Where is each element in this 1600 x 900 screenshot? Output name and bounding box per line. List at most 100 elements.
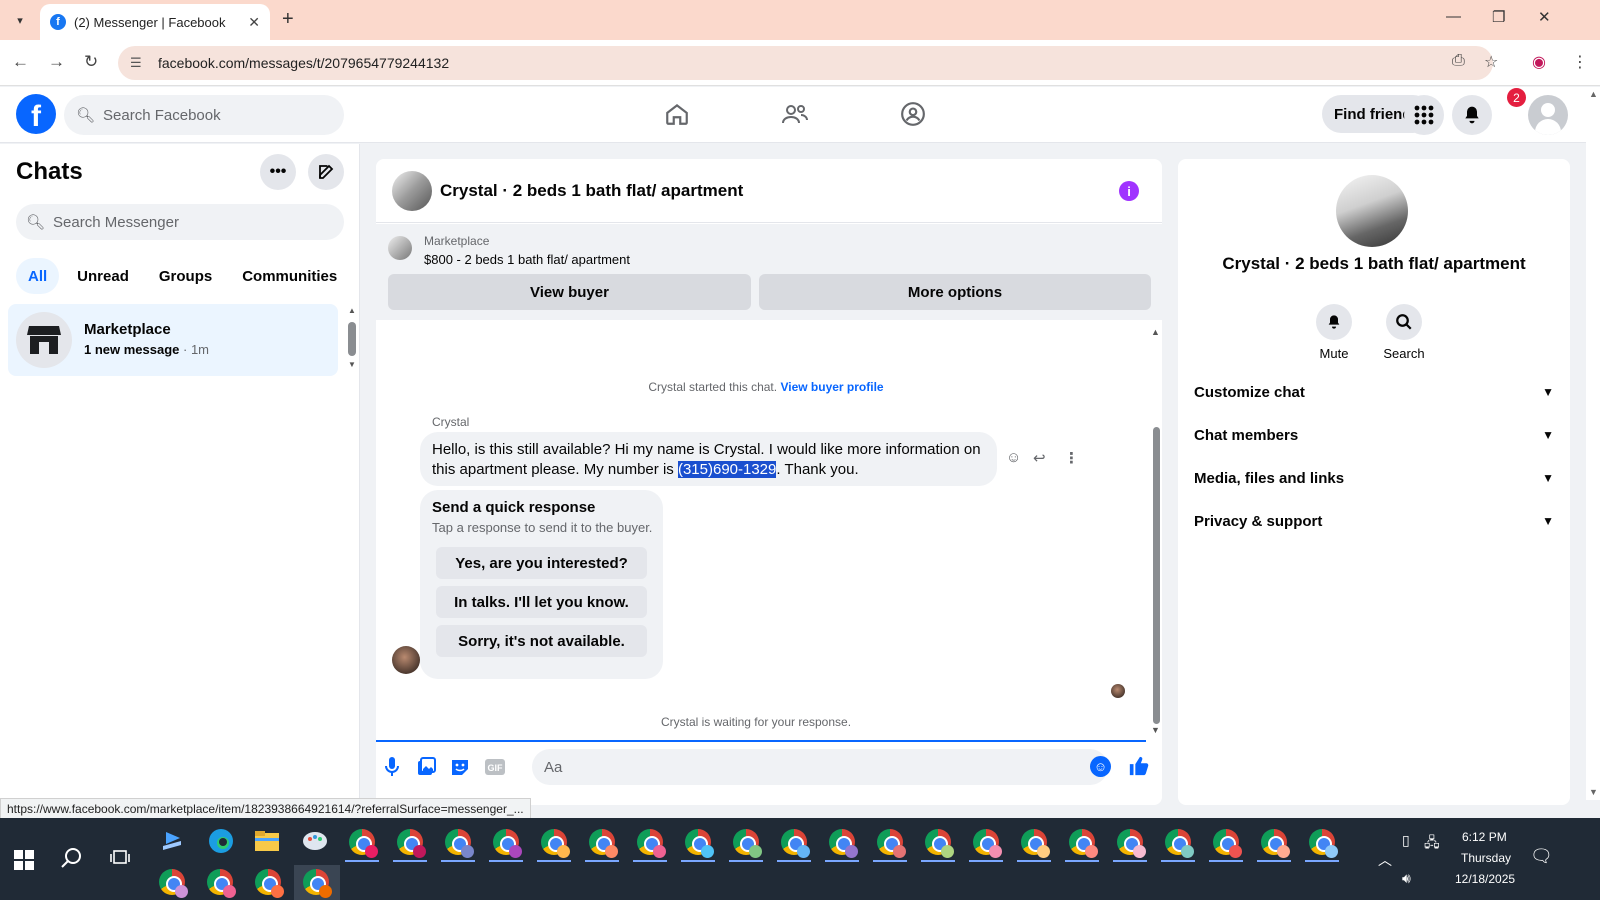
conversation-avatar[interactable] bbox=[392, 171, 432, 211]
notification-center-icon[interactable]: 🗨︎ bbox=[1530, 846, 1553, 867]
chat-members-section[interactable]: Chat members ▼ bbox=[1194, 415, 1554, 455]
new-message-icon[interactable] bbox=[308, 154, 344, 190]
home-icon[interactable] bbox=[660, 97, 694, 131]
filter-unread[interactable]: Unread bbox=[65, 258, 141, 294]
new-tab-icon[interactable]: + bbox=[282, 8, 294, 31]
filter-communities[interactable]: Communities bbox=[230, 258, 349, 294]
react-emoji-icon[interactable]: ☺ bbox=[1006, 449, 1021, 466]
reload-icon[interactable]: ↻ bbox=[84, 52, 98, 72]
details-avatar[interactable] bbox=[1336, 175, 1408, 247]
chrome-profile-24-icon[interactable] bbox=[255, 869, 284, 898]
chrome-profile-1-icon[interactable] bbox=[349, 829, 378, 858]
install-app-icon[interactable]: ⎙ bbox=[1452, 52, 1465, 70]
tray-chevron-up-icon[interactable]: ︿ bbox=[1378, 850, 1392, 870]
chrome-profile-3-icon[interactable] bbox=[445, 829, 474, 858]
url-field[interactable]: ☰ facebook.com/messages/t/20796547792441… bbox=[118, 46, 1493, 80]
chrome-profile-22-icon[interactable] bbox=[159, 869, 188, 898]
tab-search-dropdown-icon[interactable]: ▾ bbox=[8, 8, 32, 32]
photo-icon[interactable] bbox=[416, 757, 436, 782]
chrome-profile-active-icon[interactable] bbox=[303, 869, 332, 898]
conversation-title[interactable]: Crystal · 2 beds 1 bath flat/ apartment bbox=[440, 181, 743, 201]
windows-start-icon[interactable] bbox=[14, 850, 34, 870]
task-view-icon[interactable] bbox=[110, 848, 130, 873]
taskbar-app-icon[interactable] bbox=[160, 828, 186, 857]
chat-options-icon[interactable]: ••• bbox=[260, 154, 296, 190]
paint-app-icon[interactable] bbox=[302, 830, 328, 857]
chrome-profile-14-icon[interactable] bbox=[973, 829, 1002, 858]
chrome-profile-21-icon[interactable] bbox=[1309, 829, 1338, 858]
search-conversation-button[interactable]: Search bbox=[1374, 304, 1434, 361]
tray-device-icon[interactable]: ▯ bbox=[1402, 832, 1410, 849]
gif-icon[interactable]: GIF bbox=[484, 757, 506, 782]
chrome-profile-11-icon[interactable] bbox=[829, 829, 858, 858]
chrome-profile-9-icon[interactable] bbox=[733, 829, 762, 858]
microphone-icon[interactable] bbox=[384, 757, 400, 782]
bookmark-star-icon[interactable]: ☆ bbox=[1484, 52, 1498, 72]
chrome-profile-19-icon[interactable] bbox=[1213, 829, 1242, 858]
media-files-links-section[interactable]: Media, files and links ▼ bbox=[1194, 458, 1554, 498]
taskbar-search-icon[interactable] bbox=[60, 846, 84, 875]
profile-icon[interactable]: ◉ bbox=[1532, 52, 1546, 72]
listing-price[interactable]: $800 - 2 beds 1 bath flat/ apartment bbox=[424, 252, 630, 267]
reply-icon[interactable]: ↩ bbox=[1033, 449, 1046, 467]
sticker-icon[interactable] bbox=[450, 757, 470, 782]
customize-chat-section[interactable]: Customize chat ▼ bbox=[1194, 372, 1554, 412]
notifications-bell-icon[interactable] bbox=[1452, 95, 1492, 135]
chrome-profile-12-icon[interactable] bbox=[877, 829, 906, 858]
browser-tab-messenger[interactable]: f (2) Messenger | Facebook ✕ bbox=[40, 4, 270, 40]
more-options-button[interactable]: More options bbox=[759, 274, 1151, 310]
conversation-info-icon[interactable]: i bbox=[1119, 181, 1139, 201]
listing-thumbnail[interactable] bbox=[388, 236, 412, 260]
chrome-profile-10-icon[interactable] bbox=[781, 829, 810, 858]
quick-response-not-available-button[interactable]: Sorry, it's not available. bbox=[436, 625, 647, 657]
network-icon[interactable]: 🖧︎ bbox=[1424, 832, 1440, 856]
message-more-icon[interactable]: ⋮ bbox=[1064, 449, 1079, 467]
view-buyer-profile-link[interactable]: View buyer profile bbox=[780, 380, 883, 394]
view-buyer-button[interactable]: View buyer bbox=[388, 274, 751, 310]
browser-menu-icon[interactable]: ⋮ bbox=[1572, 52, 1588, 72]
chrome-profile-4-icon[interactable] bbox=[493, 829, 522, 858]
quick-response-in-talks-button[interactable]: In talks. I'll let you know. bbox=[436, 586, 647, 618]
file-explorer-icon[interactable] bbox=[254, 830, 280, 857]
groups-icon[interactable] bbox=[896, 97, 930, 131]
forward-icon[interactable]: → bbox=[48, 52, 65, 72]
chrome-profile-18-icon[interactable] bbox=[1165, 829, 1194, 858]
clock-day[interactable]: Thursday bbox=[1461, 851, 1511, 865]
chrome-profile-13-icon[interactable] bbox=[925, 829, 954, 858]
volume-icon[interactable]: 🔊︎ bbox=[1402, 870, 1411, 887]
chat-list-item-marketplace[interactable]: Marketplace 1 new message · 1m bbox=[8, 304, 338, 376]
message-input[interactable]: Aa bbox=[532, 749, 1108, 785]
filter-groups[interactable]: Groups bbox=[147, 258, 224, 294]
chrome-profile-16-icon[interactable] bbox=[1069, 829, 1098, 858]
chrome-profile-6-icon[interactable] bbox=[589, 829, 618, 858]
chrome-profile-17-icon[interactable] bbox=[1117, 829, 1146, 858]
chrome-profile-20-icon[interactable] bbox=[1261, 829, 1290, 858]
mute-button[interactable]: Mute bbox=[1304, 304, 1364, 361]
site-settings-icon[interactable]: ☰ bbox=[130, 55, 148, 71]
privacy-support-section[interactable]: Privacy & support ▼ bbox=[1194, 501, 1554, 541]
menu-grid-icon[interactable] bbox=[1404, 95, 1444, 135]
facebook-logo-icon[interactable]: f bbox=[16, 94, 56, 134]
chrome-profile-2-icon[interactable] bbox=[397, 829, 426, 858]
close-window-icon[interactable]: ✕ bbox=[1538, 8, 1551, 26]
chrome-profile-8-icon[interactable] bbox=[685, 829, 714, 858]
selected-phone-number[interactable]: (315)690-1329 bbox=[677, 461, 777, 478]
chrome-profile-15-icon[interactable] bbox=[1021, 829, 1050, 858]
page-scrollbar[interactable]: ▲ ▼ bbox=[1586, 87, 1600, 800]
messenger-search-input[interactable]: 🔍︎ Search Messenger bbox=[16, 204, 344, 240]
chrome-profile-5-icon[interactable] bbox=[541, 829, 570, 858]
chrome-profile-7-icon[interactable] bbox=[637, 829, 666, 858]
sender-avatar[interactable] bbox=[392, 646, 420, 674]
back-icon[interactable]: ← bbox=[12, 52, 29, 72]
clock-time[interactable]: 6:12 PM bbox=[1462, 830, 1507, 844]
chat-list-scrollbar[interactable]: ▲ ▼ bbox=[348, 306, 356, 370]
chrome-profile-23-icon[interactable] bbox=[207, 869, 236, 898]
friends-icon[interactable] bbox=[778, 97, 812, 131]
emoji-icon[interactable]: ☺ bbox=[1090, 756, 1111, 777]
close-tab-icon[interactable]: ✕ bbox=[248, 14, 260, 31]
minimize-icon[interactable]: — bbox=[1446, 8, 1461, 25]
maximize-icon[interactable]: ❐ bbox=[1492, 8, 1505, 26]
edge-browser-icon[interactable] bbox=[208, 828, 234, 859]
filter-all[interactable]: All bbox=[16, 258, 60, 294]
clock-date[interactable]: 12/18/2025 bbox=[1455, 872, 1515, 886]
